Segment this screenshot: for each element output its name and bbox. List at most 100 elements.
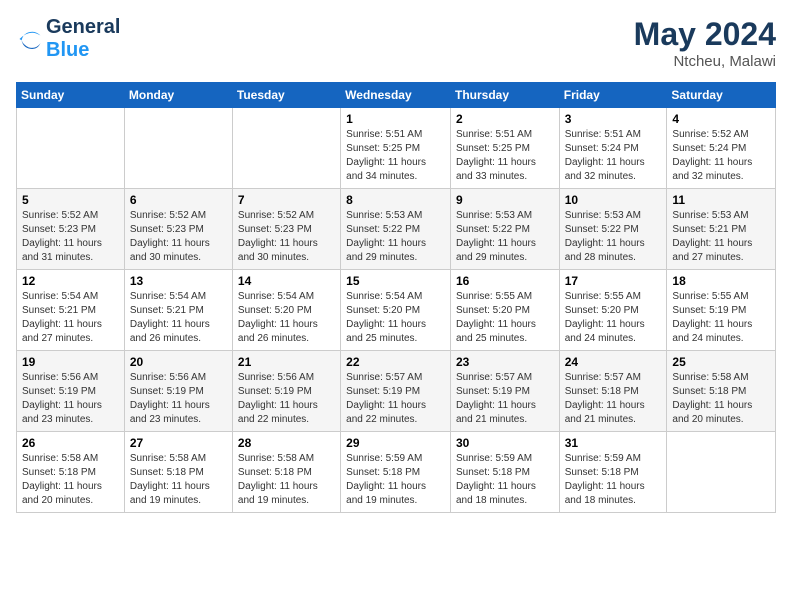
day-number: 6	[130, 193, 227, 207]
day-number: 23	[456, 355, 554, 369]
day-info: Sunrise: 5:57 AM Sunset: 5:19 PM Dayligh…	[346, 371, 445, 427]
day-number: 9	[456, 193, 554, 207]
weekday-header-tuesday: Tuesday	[232, 83, 340, 108]
weekday-header-sunday: Sunday	[17, 83, 125, 108]
weekday-header-row: SundayMondayTuesdayWednesdayThursdayFrid…	[17, 83, 776, 108]
day-info: Sunrise: 5:54 AM Sunset: 5:20 PM Dayligh…	[346, 290, 445, 346]
calendar-cell: 8Sunrise: 5:53 AM Sunset: 5:22 PM Daylig…	[341, 189, 451, 270]
day-number: 24	[565, 355, 662, 369]
day-info: Sunrise: 5:59 AM Sunset: 5:18 PM Dayligh…	[456, 452, 554, 508]
weekday-header-monday: Monday	[124, 83, 232, 108]
day-info: Sunrise: 5:57 AM Sunset: 5:18 PM Dayligh…	[565, 371, 662, 427]
day-number: 19	[22, 355, 119, 369]
day-info: Sunrise: 5:54 AM Sunset: 5:21 PM Dayligh…	[130, 290, 227, 346]
day-number: 18	[672, 274, 770, 288]
day-number: 14	[238, 274, 335, 288]
day-number: 8	[346, 193, 445, 207]
calendar-cell: 21 Sunrise: 5:56 AM Sunset: 5:19 PM Dayli…	[232, 351, 340, 432]
calendar-cell	[124, 108, 232, 189]
calendar-cell: 19 Sunrise: 5:56 AM Sunset: 5:19 PM Dayli…	[17, 351, 125, 432]
calendar-cell: 29 Sunrise: 5:59 AM Sunset: 5:18 PM Dayli…	[341, 432, 451, 513]
day-number: 1	[346, 112, 445, 126]
calendar-cell: 20 Sunrise: 5:56 AM Sunset: 5:19 PM Dayli…	[124, 351, 232, 432]
day-info: Sunrise: 5:52 AM Sunset: 5:24 PM Dayligh…	[672, 128, 770, 184]
logo-icon	[16, 25, 44, 53]
weekday-header-thursday: Thursday	[450, 83, 559, 108]
day-number: 11	[672, 193, 770, 207]
calendar-cell: 2 Sunrise: 5:51 AM Sunset: 5:25 PM Daylig…	[450, 108, 559, 189]
logo-general: General	[46, 16, 120, 39]
day-info: Sunrise: 5:56 AM Sunset: 5:19 PM Dayligh…	[22, 371, 119, 427]
day-number: 16	[456, 274, 554, 288]
day-number: 5	[22, 193, 119, 207]
calendar-cell: 23 Sunrise: 5:57 AM Sunset: 5:19 PM Dayli…	[450, 351, 559, 432]
day-number: 30	[456, 436, 554, 450]
calendar-cell: 9 Sunrise: 5:53 AM Sunset: 5:22 PM Daylig…	[450, 189, 559, 270]
calendar-cell: 11 Sunrise: 5:53 AM Sunset: 5:21 PM Dayli…	[667, 189, 776, 270]
logo: General Blue	[16, 16, 120, 62]
day-number: 26	[22, 436, 119, 450]
day-number: 29	[346, 436, 445, 450]
day-number: 20	[130, 355, 227, 369]
day-info: Sunrise: 5:53 AM Sunset: 5:21 PM Dayligh…	[672, 209, 770, 265]
location: Ntcheu, Malawi	[634, 53, 776, 70]
day-number: 21	[238, 355, 335, 369]
day-info: Sunrise: 5:59 AM Sunset: 5:18 PM Dayligh…	[565, 452, 662, 508]
calendar-cell: 16 Sunrise: 5:55 AM Sunset: 5:20 PM Dayli…	[450, 270, 559, 351]
month-title: May 2024	[634, 16, 776, 53]
calendar-cell: 10Sunrise: 5:53 AM Sunset: 5:22 PM Dayli…	[559, 189, 667, 270]
day-info: Sunrise: 5:56 AM Sunset: 5:19 PM Dayligh…	[130, 371, 227, 427]
day-info: Sunrise: 5:57 AM Sunset: 5:19 PM Dayligh…	[456, 371, 554, 427]
day-info: Sunrise: 5:51 AM Sunset: 5:25 PM Dayligh…	[456, 128, 554, 184]
day-number: 12	[22, 274, 119, 288]
day-number: 2	[456, 112, 554, 126]
calendar-cell: 26Sunrise: 5:58 AM Sunset: 5:18 PM Dayli…	[17, 432, 125, 513]
calendar-cell: 25 Sunrise: 5:58 AM Sunset: 5:18 PM Dayli…	[667, 351, 776, 432]
week-row-5: 26 Sunrise: 5:58 AM Sunset: 5:18 PM Dayli…	[17, 432, 776, 513]
day-info: Sunrise: 5:52 AM Sunset: 5:23 PM Dayligh…	[238, 209, 335, 265]
day-number: 17	[565, 274, 662, 288]
day-number: 15	[346, 274, 445, 288]
calendar-cell: 14Sunrise: 5:54 AM Sunset: 5:20 PM Dayli…	[232, 270, 340, 351]
day-number: 27	[130, 436, 227, 450]
day-info: Sunrise: 5:51 AM Sunset: 5:24 PM Dayligh…	[565, 128, 662, 184]
day-info: Sunrise: 5:55 AM Sunset: 5:20 PM Dayligh…	[456, 290, 554, 346]
calendar-cell: 12Sunrise: 5:54 AM Sunset: 5:21 PM Dayli…	[17, 270, 125, 351]
calendar-cell: 13 Sunrise: 5:54 AM Sunset: 5:21 PM Dayli…	[124, 270, 232, 351]
calendar-table: SundayMondayTuesdayWednesdayThursdayFrid…	[16, 82, 776, 513]
day-number: 13	[130, 274, 227, 288]
calendar-cell: 28 Sunrise: 5:58 AM Sunset: 5:18 PM Dayli…	[232, 432, 340, 513]
week-row-2: 5 Sunrise: 5:52 AM Sunset: 5:23 PM Daylig…	[17, 189, 776, 270]
calendar-cell	[232, 108, 340, 189]
day-info: Sunrise: 5:52 AM Sunset: 5:23 PM Dayligh…	[22, 209, 119, 265]
day-number: 28	[238, 436, 335, 450]
day-number: 25	[672, 355, 770, 369]
day-info: Sunrise: 5:59 AM Sunset: 5:18 PM Dayligh…	[346, 452, 445, 508]
day-number: 31	[565, 436, 662, 450]
calendar-cell: 27 Sunrise: 5:58 AM Sunset: 5:18 PM Dayli…	[124, 432, 232, 513]
calendar-cell: 15 Sunrise: 5:54 AM Sunset: 5:20 PM Dayli…	[341, 270, 451, 351]
week-row-1: 1 Sunrise: 5:51 AM Sunset: 5:25 PM Daylig…	[17, 108, 776, 189]
day-info: Sunrise: 5:55 AM Sunset: 5:20 PM Dayligh…	[565, 290, 662, 346]
title-block: May 2024 Ntcheu, Malawi	[634, 16, 776, 70]
day-number: 7	[238, 193, 335, 207]
day-info: Sunrise: 5:55 AM Sunset: 5:19 PM Dayligh…	[672, 290, 770, 346]
day-info: Sunrise: 5:52 AM Sunset: 5:23 PM Dayligh…	[130, 209, 227, 265]
calendar-cell: 5 Sunrise: 5:52 AM Sunset: 5:23 PM Daylig…	[17, 189, 125, 270]
weekday-header-wednesday: Wednesday	[341, 83, 451, 108]
day-info: Sunrise: 5:53 AM Sunset: 5:22 PM Dayligh…	[456, 209, 554, 265]
day-info: Sunrise: 5:58 AM Sunset: 5:18 PM Dayligh…	[672, 371, 770, 427]
day-number: 22	[346, 355, 445, 369]
day-info: Sunrise: 5:51 AM Sunset: 5:25 PM Dayligh…	[346, 128, 445, 184]
day-info: Sunrise: 5:53 AM Sunset: 5:22 PM Dayligh…	[565, 209, 662, 265]
weekday-header-friday: Friday	[559, 83, 667, 108]
calendar-cell: 17 Sunrise: 5:55 AM Sunset: 5:20 PM Dayli…	[559, 270, 667, 351]
calendar-cell: 6 Sunrise: 5:52 AM Sunset: 5:23 PM Daylig…	[124, 189, 232, 270]
calendar-cell: 18 Sunrise: 5:55 AM Sunset: 5:19 PM Dayli…	[667, 270, 776, 351]
day-info: Sunrise: 5:56 AM Sunset: 5:19 PM Dayligh…	[238, 371, 335, 427]
calendar-cell: 22 Sunrise: 5:57 AM Sunset: 5:19 PM Dayli…	[341, 351, 451, 432]
day-info: Sunrise: 5:58 AM Sunset: 5:18 PM Dayligh…	[238, 452, 335, 508]
calendar-cell: 3Sunrise: 5:51 AM Sunset: 5:24 PM Daylig…	[559, 108, 667, 189]
day-info: Sunrise: 5:58 AM Sunset: 5:18 PM Dayligh…	[130, 452, 227, 508]
calendar-cell: 31 Sunrise: 5:59 AM Sunset: 5:18 PM Dayli…	[559, 432, 667, 513]
